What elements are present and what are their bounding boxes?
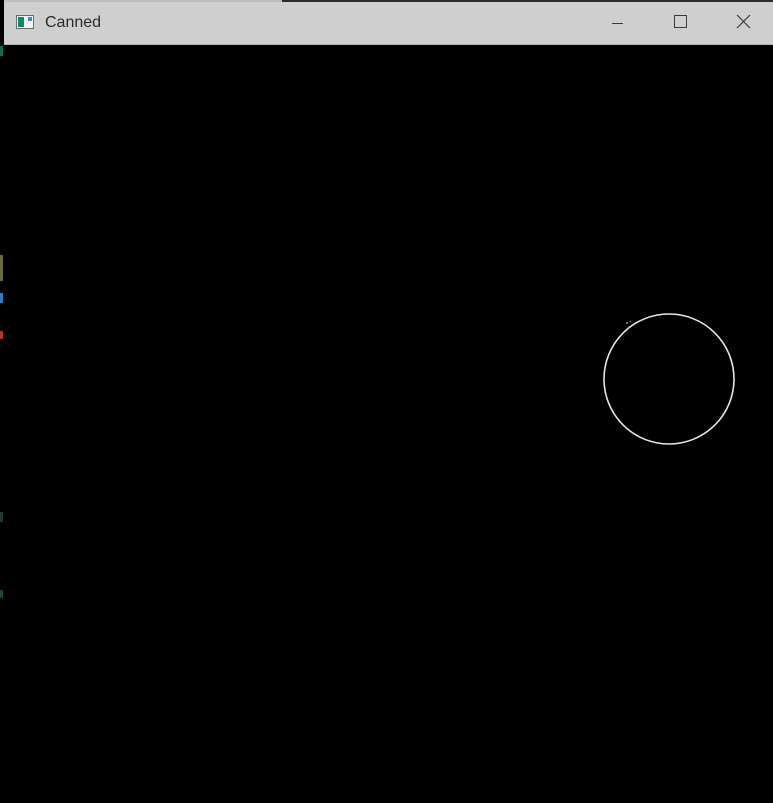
title-bar[interactable]: Canned xyxy=(4,2,773,45)
minimize-button[interactable] xyxy=(585,2,649,44)
app-window-icon[interactable] xyxy=(16,15,34,29)
maximize-icon xyxy=(674,15,687,28)
canvas-drawing xyxy=(603,313,735,445)
maximize-button[interactable] xyxy=(648,2,712,44)
stray-pixel xyxy=(626,322,628,324)
window-title: Canned xyxy=(45,14,102,31)
screen: Canned xyxy=(0,0,773,803)
canned-window: Canned xyxy=(4,2,773,803)
close-button[interactable] xyxy=(712,2,773,44)
minimize-icon xyxy=(612,23,623,24)
canvas-area[interactable] xyxy=(4,45,773,803)
drawn-circle xyxy=(603,313,735,445)
stray-pixel xyxy=(629,320,632,323)
close-icon xyxy=(736,14,751,29)
